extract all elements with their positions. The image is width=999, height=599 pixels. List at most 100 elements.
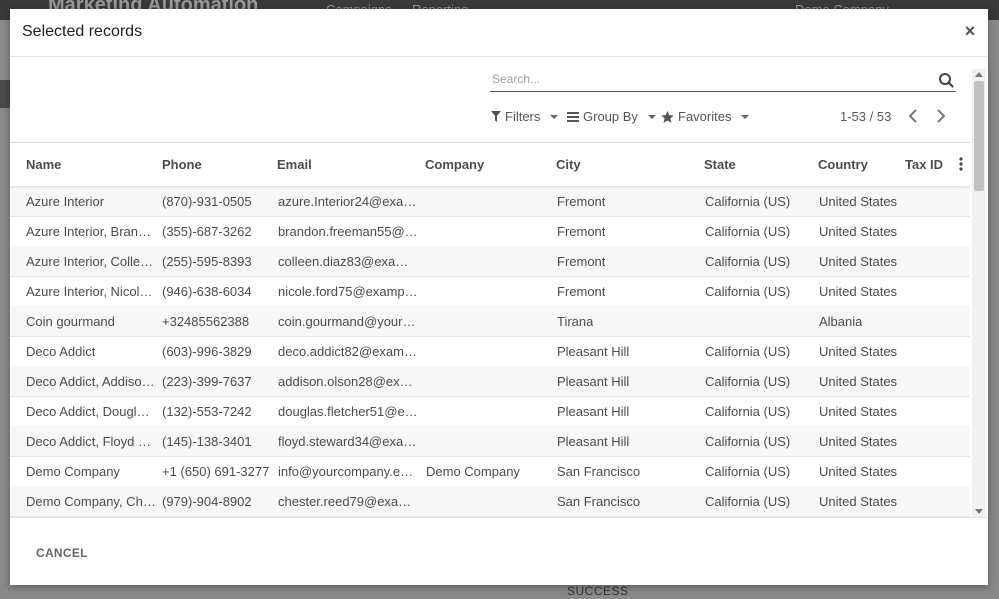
chevron-left-icon[interactable] bbox=[906, 107, 922, 125]
selected-records-dialog: Selected records × Filters Group By bbox=[10, 9, 988, 585]
cell-email: azure.Interior24@example.com bbox=[278, 194, 418, 209]
cell-name: Demo Company bbox=[26, 464, 120, 479]
cell-state: California (US) bbox=[705, 284, 791, 299]
cell-city: Fremont bbox=[557, 194, 606, 209]
column-header-company[interactable]: Company bbox=[425, 157, 484, 172]
cell-name: Deco Addict, Floyd Steward bbox=[26, 434, 156, 449]
cell-name: Azure Interior, Brandon Freeman bbox=[26, 224, 156, 239]
cell-state: California (US) bbox=[705, 464, 791, 479]
table-row[interactable]: Deco Addict, Douglas Fletcher (132)-553-7… bbox=[10, 396, 970, 427]
cell-phone: +32485562388 bbox=[162, 314, 250, 329]
cell-email: addison.olson28@example.com bbox=[278, 374, 418, 389]
cell-phone: (223)-399-7637 bbox=[162, 374, 252, 389]
records-table: Name Phone Email Company City State Coun… bbox=[10, 142, 970, 517]
cell-name: Demo Company, Chester Reed bbox=[26, 494, 156, 509]
scrollbar[interactable] bbox=[972, 69, 986, 517]
cell-country: United States bbox=[819, 434, 898, 449]
cell-email: info@yourcompany.example.com bbox=[278, 464, 418, 479]
table-row[interactable]: Azure Interior, Brandon Freeman (355)-687… bbox=[10, 216, 970, 247]
cell-city: Pleasant Hill bbox=[557, 344, 630, 359]
cell-email: deco.addict82@example.com bbox=[278, 344, 418, 359]
cell-country: United States bbox=[819, 254, 898, 269]
cell-city: Fremont bbox=[557, 224, 606, 239]
pager-range[interactable]: 1-53 bbox=[840, 109, 866, 124]
filters-label: Filters bbox=[505, 109, 541, 124]
pager-separator: / bbox=[869, 109, 874, 124]
column-header-city[interactable]: City bbox=[556, 157, 581, 172]
table-row[interactable]: Azure Interior (870)-931-0505 azure.Interi… bbox=[10, 186, 970, 217]
cell-city: Tirana bbox=[557, 314, 594, 329]
filters-button[interactable]: Filters bbox=[491, 109, 559, 124]
column-header-email[interactable]: Email bbox=[277, 157, 312, 172]
cell-name: Azure Interior, Nicole Ford bbox=[26, 284, 156, 299]
cell-city: San Francisco bbox=[557, 464, 641, 479]
cell-email: coin.gourmand@yourcompany.example.com bbox=[278, 314, 418, 329]
cell-state: California (US) bbox=[705, 434, 791, 449]
cell-country: United States bbox=[819, 404, 898, 419]
table-row[interactable]: Deco Addict, Floyd Steward (145)-138-3401… bbox=[10, 426, 970, 457]
star-icon bbox=[661, 110, 674, 123]
list-icon bbox=[567, 111, 579, 122]
column-header-tax-id[interactable]: Tax ID bbox=[905, 157, 943, 172]
table-row[interactable]: Azure Interior, Colleen Diaz (255)-595-83… bbox=[10, 246, 970, 277]
cell-country: United States bbox=[819, 374, 898, 389]
search-icon[interactable] bbox=[938, 72, 954, 88]
cell-phone: (603)-996-3829 bbox=[162, 344, 252, 359]
chevron-right-icon[interactable] bbox=[932, 107, 948, 125]
scroll-up-icon[interactable] bbox=[975, 72, 983, 77]
group-by-label: Group By bbox=[583, 109, 638, 124]
cell-email: nicole.ford75@example.com bbox=[278, 284, 418, 299]
cell-name: Deco Addict, Addison Olson bbox=[26, 374, 156, 389]
cell-country: United States bbox=[819, 194, 898, 209]
table-row[interactable]: Deco Addict, Addison Olson (223)-399-7637… bbox=[10, 366, 970, 397]
cell-state: California (US) bbox=[705, 494, 791, 509]
dialog-footer: CANCEL bbox=[10, 517, 988, 586]
cell-state: California (US) bbox=[705, 374, 791, 389]
table-row[interactable]: Demo Company, Chester Reed (979)-904-8902… bbox=[10, 486, 970, 517]
table-header: Name Phone Email Company City State Coun… bbox=[10, 143, 970, 186]
cell-country: United States bbox=[819, 224, 898, 239]
favorites-button[interactable]: Favorites bbox=[661, 109, 750, 124]
column-header-name[interactable]: Name bbox=[26, 157, 61, 172]
cell-country: United States bbox=[819, 284, 898, 299]
table-row[interactable]: Deco Addict (603)-996-3829 deco.addict82@e… bbox=[10, 336, 970, 367]
cell-state: California (US) bbox=[705, 404, 791, 419]
favorites-label: Favorites bbox=[678, 109, 732, 124]
column-header-phone[interactable]: Phone bbox=[162, 157, 202, 172]
column-options-icon[interactable] bbox=[958, 157, 964, 171]
table-row[interactable]: Azure Interior, Nicole Ford (946)-638-603… bbox=[10, 276, 970, 307]
cell-name: Coin gourmand bbox=[26, 314, 115, 329]
search-bar bbox=[490, 69, 956, 92]
group-by-button[interactable]: Group By bbox=[567, 109, 656, 124]
table-row[interactable]: Coin gourmand +32485562388 coin.gourmand@y… bbox=[10, 306, 970, 337]
cell-country: United States bbox=[819, 344, 898, 359]
cell-email: douglas.fletcher51@example.com bbox=[278, 404, 418, 419]
caret-down-icon bbox=[741, 115, 750, 119]
pager-value[interactable]: 1-53 / 53 bbox=[840, 109, 891, 124]
caret-down-icon bbox=[550, 115, 559, 119]
cell-company: Demo Company bbox=[426, 464, 520, 479]
table-row[interactable]: Demo Company +1 (650) 691-3277 info@yourco… bbox=[10, 456, 970, 487]
caret-down-icon bbox=[647, 115, 656, 119]
column-header-country[interactable]: Country bbox=[818, 157, 868, 172]
cell-email: chester.reed79@example.com bbox=[278, 494, 418, 509]
close-icon[interactable]: × bbox=[962, 21, 978, 41]
column-header-state[interactable]: State bbox=[704, 157, 736, 172]
cell-phone: (132)-553-7242 bbox=[162, 404, 252, 419]
cancel-button[interactable]: CANCEL bbox=[26, 542, 98, 564]
cell-state: California (US) bbox=[705, 224, 791, 239]
scroll-down-icon[interactable] bbox=[975, 509, 983, 514]
cell-city: Fremont bbox=[557, 284, 606, 299]
search-input[interactable] bbox=[490, 69, 934, 89]
cell-name: Azure Interior, Colleen Diaz bbox=[26, 254, 156, 269]
cell-phone: +1 (650) 691-3277 bbox=[162, 464, 270, 479]
cell-phone: (255)-595-8393 bbox=[162, 254, 252, 269]
cell-email: brandon.freeman55@example.com bbox=[278, 224, 418, 239]
cell-phone: (355)-687-3262 bbox=[162, 224, 252, 239]
cell-phone: (979)-904-8902 bbox=[162, 494, 252, 509]
scrollbar-thumb[interactable] bbox=[974, 81, 984, 191]
filter-icon bbox=[491, 111, 501, 122]
cell-phone: (145)-138-3401 bbox=[162, 434, 252, 449]
cell-city: San Francisco bbox=[557, 494, 641, 509]
cell-state: California (US) bbox=[705, 254, 791, 269]
